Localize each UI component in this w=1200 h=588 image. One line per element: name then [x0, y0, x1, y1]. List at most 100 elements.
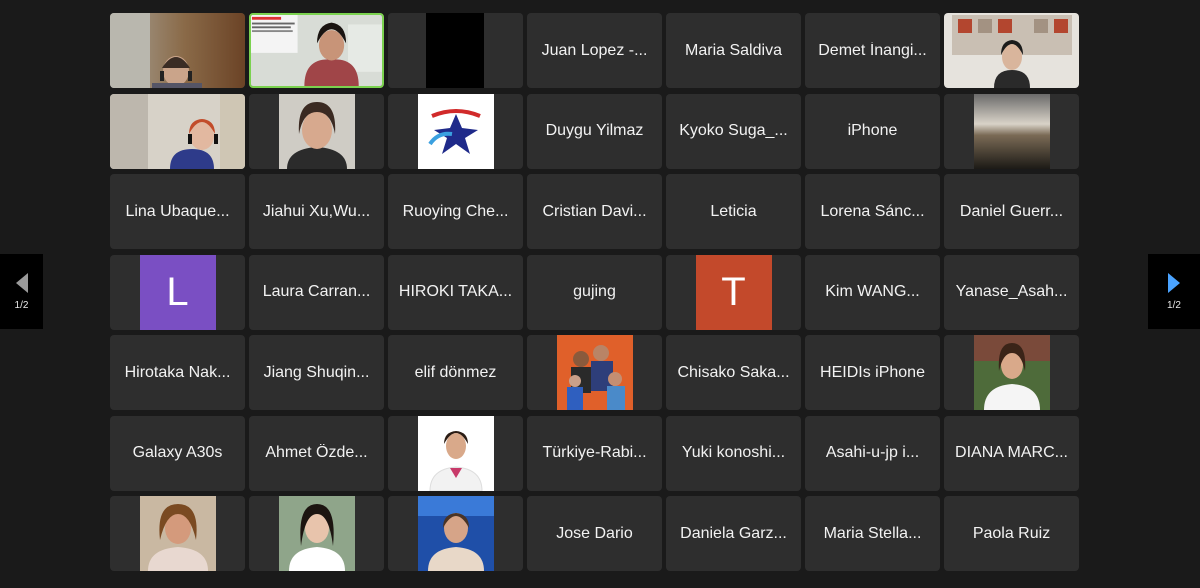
- participant-name: Kim WANG...: [825, 283, 920, 300]
- participant-name: DIANA MARC...: [955, 444, 1068, 461]
- participant-tile[interactable]: Juan Lopez -...: [527, 13, 662, 88]
- participant-tile[interactable]: [527, 335, 662, 410]
- avatar-initial: T: [695, 254, 772, 330]
- participant-video-tile[interactable]: [944, 13, 1079, 88]
- participant-name: Laura Carran...: [262, 283, 371, 300]
- participant-name: Jose Dario: [556, 524, 633, 542]
- participant-name: HIROKI TAKA...: [398, 283, 513, 300]
- participant-tile[interactable]: [249, 93, 384, 169]
- video-feed: [110, 93, 245, 169]
- participant-video-tile[interactable]: [388, 13, 523, 88]
- participant-tile[interactable]: Daniela Garz...: [666, 496, 801, 571]
- participant-tile[interactable]: T: [666, 254, 801, 330]
- participant-tile[interactable]: Duygu Yilmaz: [527, 93, 662, 169]
- participant-tile[interactable]: Maria Stella...: [805, 496, 940, 571]
- participant-name: Duygu Yilmaz: [545, 122, 644, 139]
- video-feed: [251, 15, 382, 86]
- participant-tile[interactable]: iPhone: [805, 93, 940, 169]
- profile-photo: [973, 93, 1050, 169]
- participant-tile[interactable]: [944, 335, 1079, 410]
- chevron-left-icon: [15, 273, 28, 293]
- participant-tile[interactable]: Maria Saldiva: [666, 13, 801, 88]
- previous-page-button[interactable]: 1/2: [0, 254, 43, 329]
- participant-video-tile[interactable]: [110, 13, 245, 88]
- participant-tile[interactable]: Daniel Guerr...: [944, 174, 1079, 249]
- profile-photo: [278, 496, 355, 571]
- participant-name: Asahi-u-jp i...: [825, 444, 920, 461]
- participant-name: Yuki konoshi...: [681, 444, 786, 461]
- video-feed: [944, 13, 1079, 88]
- participant-tile[interactable]: Ruoying Che...: [388, 174, 523, 249]
- profile-photo: [417, 93, 494, 169]
- participant-name: Cristian Davi...: [542, 202, 647, 220]
- participant-name: Demet İnangi...: [818, 41, 927, 59]
- participant-tile[interactable]: [388, 415, 523, 491]
- participant-tile[interactable]: Lorena Sánc...: [805, 174, 940, 249]
- participant-tile[interactable]: elif dönmez: [388, 335, 523, 410]
- participant-name: Galaxy A30s: [132, 444, 223, 461]
- participant-tile[interactable]: Jose Dario: [527, 496, 662, 571]
- participant-tile[interactable]: HIROKI TAKA...: [388, 254, 523, 330]
- participant-tile[interactable]: Paola Ruiz: [944, 496, 1079, 571]
- participant-name: Paola Ruiz: [972, 524, 1051, 542]
- participant-video-tile[interactable]: [110, 93, 245, 169]
- participant-tile[interactable]: [944, 93, 1079, 169]
- participant-tile[interactable]: [388, 496, 523, 571]
- participant-name: Hirotaka Nak...: [124, 363, 231, 381]
- participant-name: Ahmet Özde...: [265, 444, 368, 461]
- participant-tile[interactable]: gujing: [527, 254, 662, 330]
- participant-tile[interactable]: Yuki konoshi...: [666, 415, 801, 491]
- profile-photo: [973, 335, 1050, 410]
- participant-tile[interactable]: Hirotaka Nak...: [110, 335, 245, 410]
- participant-tile[interactable]: Türkiye-Rabi...: [527, 415, 662, 491]
- page-indicator: 1/2: [14, 300, 29, 311]
- participant-name: Daniela Garz...: [680, 524, 787, 542]
- participant-name: HEIDIs iPhone: [820, 363, 925, 381]
- participant-name: Leticia: [710, 202, 757, 220]
- participant-tile[interactable]: Jiahui Xu,Wu...: [249, 174, 384, 249]
- participant-name: Yanase_Asah...: [955, 283, 1068, 300]
- participant-name: Maria Saldiva: [685, 41, 782, 59]
- participant-tile[interactable]: Kim WANG...: [805, 254, 940, 330]
- participant-tile[interactable]: [388, 93, 523, 169]
- video-feed: [388, 13, 523, 88]
- profile-photo: [139, 496, 216, 571]
- participant-tile[interactable]: Leticia: [666, 174, 801, 249]
- participant-name: Lina Ubaque...: [125, 202, 230, 220]
- participant-name: Kyoko Suga_...: [679, 122, 788, 139]
- profile-photo: [278, 93, 355, 169]
- participant-name: Lorena Sánc...: [820, 202, 925, 220]
- participant-name: Jiahui Xu,Wu...: [262, 202, 371, 220]
- participant-name: Türkiye-Rabi...: [542, 444, 647, 461]
- participant-name: Maria Stella...: [823, 524, 922, 542]
- participant-name: Juan Lopez -...: [541, 41, 648, 59]
- participant-tile[interactable]: [110, 496, 245, 571]
- next-page-button[interactable]: 1/2: [1148, 254, 1200, 329]
- participant-name: Jiang Shuqin...: [263, 363, 370, 381]
- participant-tile[interactable]: Yanase_Asah...: [944, 254, 1079, 330]
- active-speaker-video-tile[interactable]: [249, 13, 384, 88]
- participant-tile[interactable]: Cristian Davi...: [527, 174, 662, 249]
- participant-tile[interactable]: Kyoko Suga_...: [666, 93, 801, 169]
- participant-tile[interactable]: L: [110, 254, 245, 330]
- participant-gallery: Juan Lopez -... Maria Saldiva Demet İnangi…: [110, 13, 1081, 571]
- participant-name: Daniel Guerr...: [959, 202, 1064, 220]
- participant-name: elif dönmez: [414, 363, 497, 381]
- participant-tile[interactable]: [249, 496, 384, 571]
- participant-name: iPhone: [847, 122, 898, 139]
- participant-tile[interactable]: Galaxy A30s: [110, 415, 245, 491]
- participant-name: Ruoying Che...: [402, 202, 509, 220]
- profile-photo: [417, 496, 494, 571]
- participant-tile[interactable]: HEIDIs iPhone: [805, 335, 940, 410]
- participant-tile[interactable]: Lina Ubaque...: [110, 174, 245, 249]
- video-feed: [110, 13, 245, 88]
- participant-name: Chisako Saka...: [677, 363, 790, 381]
- participant-tile[interactable]: Asahi-u-jp i...: [805, 415, 940, 491]
- participant-tile[interactable]: Demet İnangi...: [805, 13, 940, 88]
- participant-tile[interactable]: Chisako Saka...: [666, 335, 801, 410]
- participant-tile[interactable]: Ahmet Özde...: [249, 415, 384, 491]
- profile-photo: [556, 335, 633, 410]
- participant-tile[interactable]: DIANA MARC...: [944, 415, 1079, 491]
- participant-tile[interactable]: Jiang Shuqin...: [249, 335, 384, 410]
- participant-tile[interactable]: Laura Carran...: [249, 254, 384, 330]
